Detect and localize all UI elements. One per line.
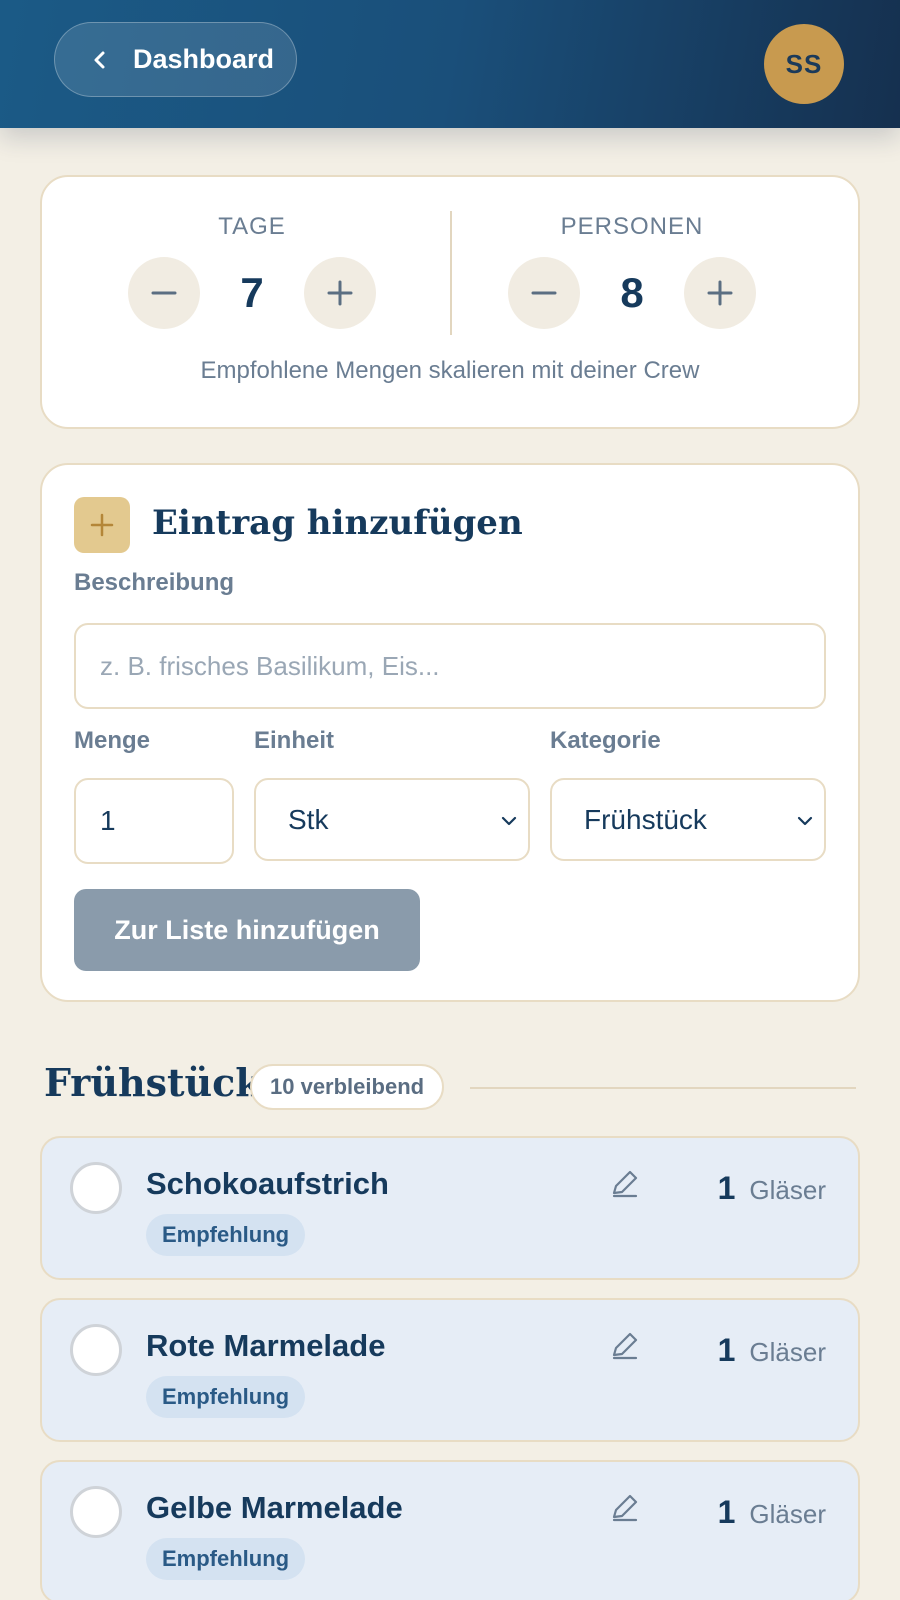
recommendation-tag: Empfehlung <box>146 1538 306 1580</box>
list-item: Schokoaufstrich Empfehlung 1 Gläser <box>40 1136 860 1280</box>
plus-icon <box>707 280 733 306</box>
description-input[interactable] <box>74 623 826 709</box>
category-select[interactable]: Frühstück <box>550 778 826 861</box>
avatar[interactable]: SS <box>764 24 844 104</box>
unit-select[interactable]: Stk <box>254 778 530 861</box>
crew-counter-card: TAGE 7 PERSONEN 8 Empfohlene Mengen skal… <box>40 175 860 429</box>
section-title: Frühstück <box>44 1060 262 1105</box>
add-entry-card: Eintrag hinzufügen Beschreibung Menge 1 … <box>40 463 860 1002</box>
chevron-left-icon <box>89 49 111 71</box>
item-quantity-unit: Gläser <box>749 1337 826 1367</box>
add-entry-title: Eintrag hinzufügen <box>152 503 523 543</box>
unit-select-value: Stk <box>288 803 329 835</box>
quantity-label: Menge <box>74 727 151 754</box>
pencil-icon[interactable] <box>608 1166 642 1200</box>
item-quantity-unit: Gläser <box>749 1499 826 1529</box>
item-quantity-value: 1 <box>717 1494 736 1530</box>
remaining-count-badge: 10 verbleibend <box>250 1064 445 1110</box>
plus-icon <box>90 513 114 537</box>
item-checkbox[interactable] <box>70 1486 122 1538</box>
section-divider <box>470 1087 856 1089</box>
plus-icon <box>327 280 353 306</box>
days-decrement-button[interactable] <box>128 257 200 329</box>
days-increment-button[interactable] <box>304 257 376 329</box>
minus-icon <box>151 291 177 295</box>
item-checkbox[interactable] <box>70 1324 122 1376</box>
item-quantity: 1 Gläser <box>718 1332 826 1369</box>
chevron-down-icon <box>501 816 517 826</box>
persons-label: PERSONEN <box>560 213 704 240</box>
minus-icon <box>531 291 557 295</box>
add-to-list-button[interactable]: Zur Liste hinzufügen <box>74 889 420 971</box>
item-name: Rote Marmelade <box>146 1328 386 1363</box>
add-entry-icon <box>74 497 130 553</box>
recommendation-tag: Empfehlung <box>146 1214 306 1256</box>
description-label: Beschreibung <box>74 569 235 596</box>
item-quantity: 1 Gläser <box>718 1170 826 1207</box>
category-label: Kategorie <box>550 727 661 754</box>
chevron-down-icon <box>797 816 813 826</box>
item-name: Gelbe Marmelade <box>146 1490 403 1525</box>
app-header: Dashboard SS <box>0 0 900 128</box>
list-item: Rote Marmelade Empfehlung 1 Gläser <box>40 1298 860 1442</box>
quantity-input[interactable]: 1 <box>74 778 234 864</box>
item-checkbox[interactable] <box>70 1162 122 1214</box>
days-value: 7 <box>240 269 264 316</box>
crew-scaling-hint: Empfohlene Mengen skalieren mit deiner C… <box>200 357 700 384</box>
counter-divider <box>450 211 452 335</box>
persons-counter: PERSONEN 8 <box>482 213 782 329</box>
item-quantity-value: 1 <box>717 1170 736 1206</box>
item-name: Schokoaufstrich <box>146 1166 389 1201</box>
back-to-dashboard-button[interactable]: Dashboard <box>54 22 297 97</box>
back-button-label: Dashboard <box>133 44 275 74</box>
pencil-icon[interactable] <box>608 1490 642 1524</box>
unit-label: Einheit <box>254 727 335 754</box>
pencil-icon[interactable] <box>608 1328 642 1362</box>
category-select-value: Frühstück <box>584 803 707 835</box>
recommendation-tag: Empfehlung <box>146 1376 306 1418</box>
days-label: TAGE <box>218 213 286 240</box>
item-quantity-unit: Gläser <box>749 1175 826 1205</box>
item-quantity: 1 Gläser <box>718 1494 826 1531</box>
item-quantity-value: 1 <box>717 1332 736 1368</box>
persons-increment-button[interactable] <box>684 257 756 329</box>
days-counter: TAGE 7 <box>102 213 402 329</box>
list-item: Gelbe Marmelade Empfehlung 1 Gläser <box>40 1460 860 1600</box>
persons-decrement-button[interactable] <box>508 257 580 329</box>
persons-value: 8 <box>620 269 644 316</box>
